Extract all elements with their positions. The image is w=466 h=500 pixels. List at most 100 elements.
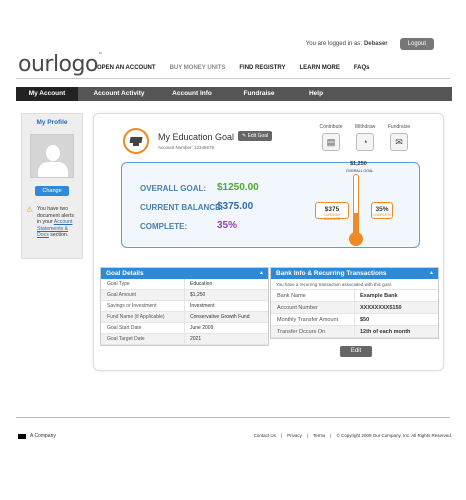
- row-key: Transfer Occurs On: [271, 326, 355, 337]
- tab-my-account[interactable]: My Account: [16, 87, 78, 101]
- table-row: Transfer Occurs On 12th of each month: [271, 326, 438, 338]
- row-key: Goal Type: [101, 279, 185, 289]
- goal-details-panel: Goal Details ▲ Goal Type Education Goal Am…: [100, 267, 269, 346]
- row-value: Education: [190, 281, 213, 287]
- alert-text-wrap: You have two document alerts in your Acc…: [37, 206, 78, 239]
- login-bar: You are logged in as: Debaser Logout: [306, 38, 434, 50]
- username: Debaser: [363, 41, 388, 47]
- footer-separator: |: [330, 433, 332, 438]
- table-row: Bank Name Example Bank: [271, 290, 438, 302]
- table-row: Goal Start Date June 2009: [101, 323, 268, 334]
- goal-details-rows: Goal Type Education Goal Amount $1,250 Savin…: [101, 279, 268, 345]
- balance-bubble: $375 CURRENT BALANCE: [315, 202, 349, 221]
- goal-title: My Education Goal: [158, 132, 235, 142]
- row-key: Goal Start Date: [101, 323, 185, 333]
- nav-buy-money-units[interactable]: BUY MONEY UNITS: [170, 65, 226, 71]
- row-value: $50: [360, 317, 370, 323]
- row-value: 12th of each month: [360, 329, 411, 335]
- thermometer-goal: $1,250: [350, 161, 367, 167]
- thermometer-balance: $375: [324, 206, 340, 213]
- row-key: Savings or Investment: [101, 301, 185, 311]
- thermometer-bulb: [349, 232, 363, 246]
- logo[interactable]: ourlogo™: [18, 52, 103, 77]
- table-row: Goal Type Education: [101, 279, 268, 290]
- top-nav: OPEN AN ACCOUNT BUY MONEY UNITS FIND REG…: [97, 65, 384, 71]
- footer-separator: |: [306, 433, 309, 438]
- company-name: A Company: [30, 433, 56, 439]
- fundraise-label: Fundraise: [387, 124, 411, 130]
- complete-value: 35%: [217, 220, 238, 231]
- edit-goal-button[interactable]: ✎ Edit Goal: [238, 131, 273, 141]
- bank-info-title: Bank Info & Recurring Transactions: [276, 270, 387, 277]
- thermometer-balance-label: CURRENT BALANCE: [323, 213, 341, 221]
- withdraw-icon[interactable]: ◔: [356, 133, 374, 151]
- footer-divider: [16, 417, 450, 418]
- table-row: Account Number XXXXXXXX5150: [271, 302, 438, 314]
- logout-button[interactable]: Logout: [399, 38, 434, 50]
- row-value: Investment: [190, 303, 215, 309]
- thermometer-percent-label: COMPLETE: [372, 213, 392, 217]
- withdraw-label: Withdraw: [354, 124, 376, 130]
- contribute-icon[interactable]: ▤: [322, 133, 340, 151]
- avatar-head-shape: [46, 145, 60, 161]
- logo-text: ourlogo: [18, 52, 98, 77]
- goal-details-header[interactable]: Goal Details ▲: [101, 268, 268, 279]
- withdraw-action[interactable]: Withdraw ◔: [352, 124, 378, 151]
- bank-info-rows: Bank Name Example Bank Account Number XXXXX…: [271, 290, 438, 338]
- row-key: Account Number: [271, 302, 355, 313]
- alert-suffix: section.: [50, 232, 69, 238]
- profile-title: My Profile: [36, 119, 68, 126]
- current-balance-label: CURRENT BALANCE:: [140, 203, 224, 212]
- logo-tm: ™: [97, 52, 103, 58]
- nav-learn-more[interactable]: LEARN MORE: [299, 65, 339, 71]
- chevron-up-icon[interactable]: ▲: [429, 268, 434, 279]
- row-key: Bank Name: [271, 290, 355, 301]
- table-row: Goal Amount $1,250: [101, 290, 268, 301]
- main-nav: My Account Account Activity Account Info…: [16, 87, 452, 101]
- fundraise-icon[interactable]: ✉: [390, 133, 408, 151]
- edit-bank-button[interactable]: Edit: [340, 346, 372, 357]
- nav-find-registry[interactable]: FIND REGISTRY: [239, 65, 285, 71]
- tab-account-activity[interactable]: Account Activity: [78, 87, 160, 101]
- profile-sidebar: My Profile Change ⚠ You have two documen…: [21, 113, 83, 259]
- complete-label: COMPLETE:: [140, 222, 188, 231]
- nav-faqs[interactable]: FAQs: [354, 65, 370, 71]
- contact-us-link[interactable]: Contact Us: [254, 433, 276, 438]
- goal-details-title: Goal Details: [106, 270, 144, 277]
- row-value: $1,250: [190, 292, 206, 298]
- avatar: [30, 134, 74, 178]
- thermometer-goal-label: OVERALL GOAL: [346, 169, 374, 173]
- current-balance-value: $375.00: [217, 201, 254, 212]
- percent-bubble: 35% COMPLETE: [371, 202, 393, 219]
- row-value: Example Bank: [360, 293, 398, 299]
- company-brand: A Company: [18, 433, 56, 439]
- tab-account-info[interactable]: Account Info: [160, 87, 224, 101]
- overall-goal-label: OVERALL GOAL:: [140, 184, 207, 193]
- table-row: Savings or Investment Investment: [101, 301, 268, 312]
- contribute-action[interactable]: Contribute ▤: [318, 124, 344, 151]
- edit-goal-label: Edit Goal: [247, 133, 269, 139]
- contribute-label: Contribute: [319, 124, 343, 130]
- fundraise-action[interactable]: Fundraise ✉: [386, 124, 412, 151]
- recurring-note: You have a recurring transaction associa…: [271, 279, 438, 290]
- row-value: Conservative Growth Fund: [190, 314, 250, 320]
- bank-info-panel: Bank Info & Recurring Transactions ▲ You…: [270, 267, 439, 339]
- tab-fundraise[interactable]: Fundraise: [224, 87, 294, 101]
- row-key: Fund Name (if Applicable): [101, 312, 185, 322]
- row-key: Goal Amount: [101, 290, 185, 300]
- cap-base-shape: [133, 142, 139, 146]
- row-value: 2021: [190, 336, 202, 342]
- tab-help[interactable]: Help: [294, 87, 338, 101]
- login-text: You are logged in as:: [305, 41, 362, 47]
- terms-link[interactable]: Terms: [313, 433, 325, 438]
- footer-links: Contact Us | Privacy | Terms | © Copyrig…: [249, 433, 452, 438]
- chevron-up-icon[interactable]: ▲: [259, 268, 264, 279]
- table-row: Goal Target Date 2021: [101, 334, 268, 345]
- nav-open-account[interactable]: OPEN AN ACCOUNT: [97, 65, 156, 71]
- row-key: Goal Target Date: [101, 334, 185, 344]
- bank-info-header[interactable]: Bank Info & Recurring Transactions ▲: [271, 268, 438, 279]
- privacy-link[interactable]: Privacy: [287, 433, 302, 438]
- header-divider: [16, 78, 450, 79]
- change-avatar-button[interactable]: Change: [35, 186, 69, 196]
- thermometer-percent: 35%: [375, 206, 389, 213]
